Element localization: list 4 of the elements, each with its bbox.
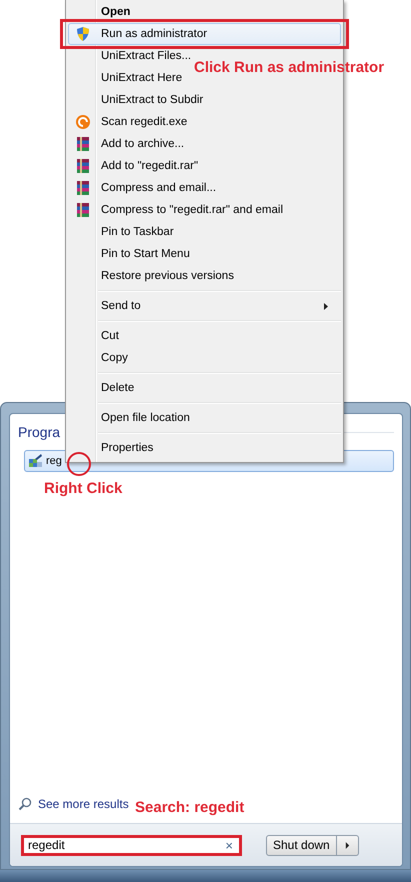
section-title: Progra <box>18 424 60 440</box>
annotation-text: Search: regedit <box>135 799 244 816</box>
annotation-text: Click Run as administrator <box>194 59 384 76</box>
annotation-text: Right Click <box>44 480 122 497</box>
